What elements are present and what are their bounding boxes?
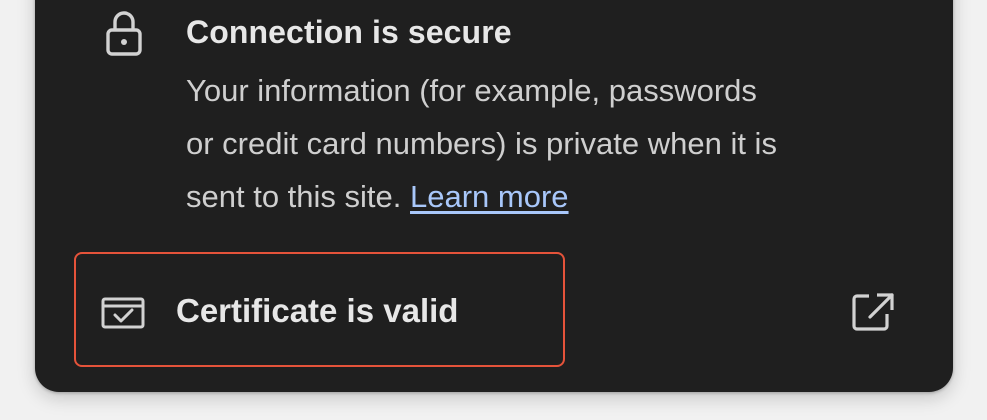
lock-icon xyxy=(106,11,142,56)
connection-description: Your information (for example, passwords… xyxy=(186,64,906,223)
description-line-1: Your information (for example, passwords xyxy=(186,73,757,108)
learn-more-link[interactable]: Learn more xyxy=(410,179,569,214)
description-line-3-text: sent to this site. xyxy=(186,179,402,214)
open-in-new-icon[interactable] xyxy=(851,292,895,332)
connection-status-title: Connection is secure xyxy=(186,14,512,50)
description-line-2: or credit card numbers) is private when … xyxy=(186,126,777,161)
site-info-popup: Connection is secure Your information (f… xyxy=(0,0,987,420)
description-line-3: sent to this site. Learn more xyxy=(186,170,906,223)
certificate-status-label: Certificate is valid xyxy=(176,292,459,329)
certificate-icon xyxy=(101,297,145,329)
